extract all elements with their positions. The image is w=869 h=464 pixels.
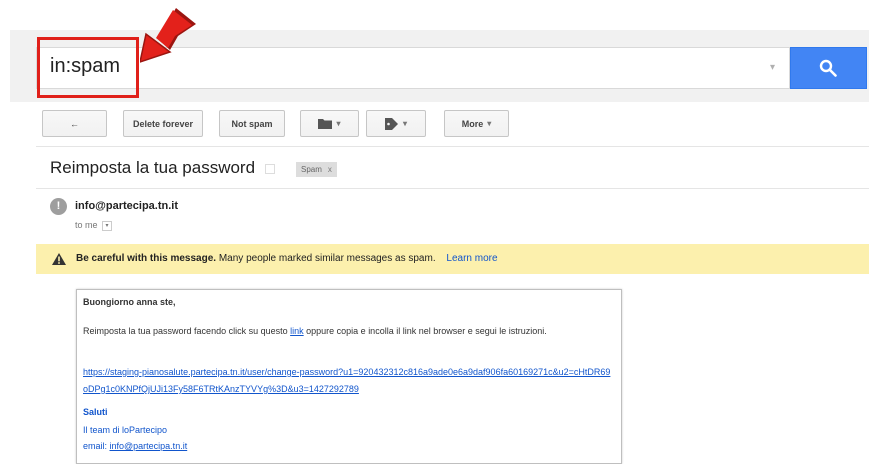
more-button[interactable]: More ▾ [444,110,509,137]
warning-text: Be careful with this message. Many peopl… [76,253,498,264]
move-to-button[interactable]: ▾ [300,110,359,137]
red-arrow-icon [140,8,196,63]
spam-label-text: Spam [301,165,322,174]
email-paragraph: Reimposta la tua password facendo click … [83,323,613,340]
remove-label-icon[interactable]: x [328,165,332,174]
recipient-text: to me [75,220,98,230]
folder-icon [318,119,333,129]
back-button[interactable]: ← [42,110,107,137]
sender-address[interactable]: info@partecipa.tn.it [75,200,178,212]
message-subject: Reimposta la tua password [50,158,256,177]
delete-forever-label: Delete forever [132,118,194,129]
learn-more-link[interactable]: Learn more [446,253,497,264]
not-spam-label: Not spam [231,118,273,129]
search-options-caret-icon[interactable]: ▾ [770,62,775,73]
more-label: More [461,118,484,129]
paragraph-text-2: oppure copia e incolla il link nel brows… [303,326,547,336]
labels-button[interactable]: ▾ [366,110,426,137]
chevron-down-icon: ▾ [487,119,492,128]
reset-url-link[interactable]: https://staging-pianosalute.partecipa.tn… [83,364,613,398]
spam-label-chip[interactable]: Spam x [296,162,337,177]
signature-email-link[interactable]: info@partecipa.tn.it [110,441,188,451]
recipient-line: to me ▾ [75,220,113,231]
team-signature: Il team di loPartecipo [83,425,168,435]
warning-icon [52,253,66,265]
reset-link[interactable]: link [290,326,304,336]
email-greeting: Buongiorno anna ste, [83,297,176,307]
delete-forever-button[interactable]: Delete forever [123,110,203,137]
not-spam-button[interactable]: Not spam [219,110,285,137]
warning-body-text: Many people marked similar messages as s… [218,253,436,264]
email-body: Buongiorno anna ste, Reimposta la tua pa… [76,289,622,464]
important-marker-icon[interactable] [265,164,275,174]
message-toolbar: ← Delete forever Not spam ▾ ▾ More ▾ [0,110,869,140]
back-arrow-icon: ← [70,118,79,129]
search-button[interactable] [790,47,867,89]
warning-bold-text: Be careful with this message. [76,253,217,264]
sender-avatar: ! [50,198,67,215]
closing-text: Saluti [83,407,108,417]
signature-email: email: info@partecipa.tn.it [83,441,187,451]
chevron-down-icon: ▾ [336,119,341,128]
search-icon [819,59,837,77]
divider [36,188,869,189]
email-label: email: [83,441,110,451]
tag-icon [384,117,398,130]
spam-warning-banner: Be careful with this message. Many peopl… [36,244,869,274]
divider [36,146,869,147]
paragraph-text-1: Reimposta la tua password facendo click … [83,326,291,336]
details-dropdown-icon[interactable]: ▾ [102,220,113,231]
annotation-highlight-box [37,37,139,98]
chevron-down-icon: ▾ [402,119,407,128]
